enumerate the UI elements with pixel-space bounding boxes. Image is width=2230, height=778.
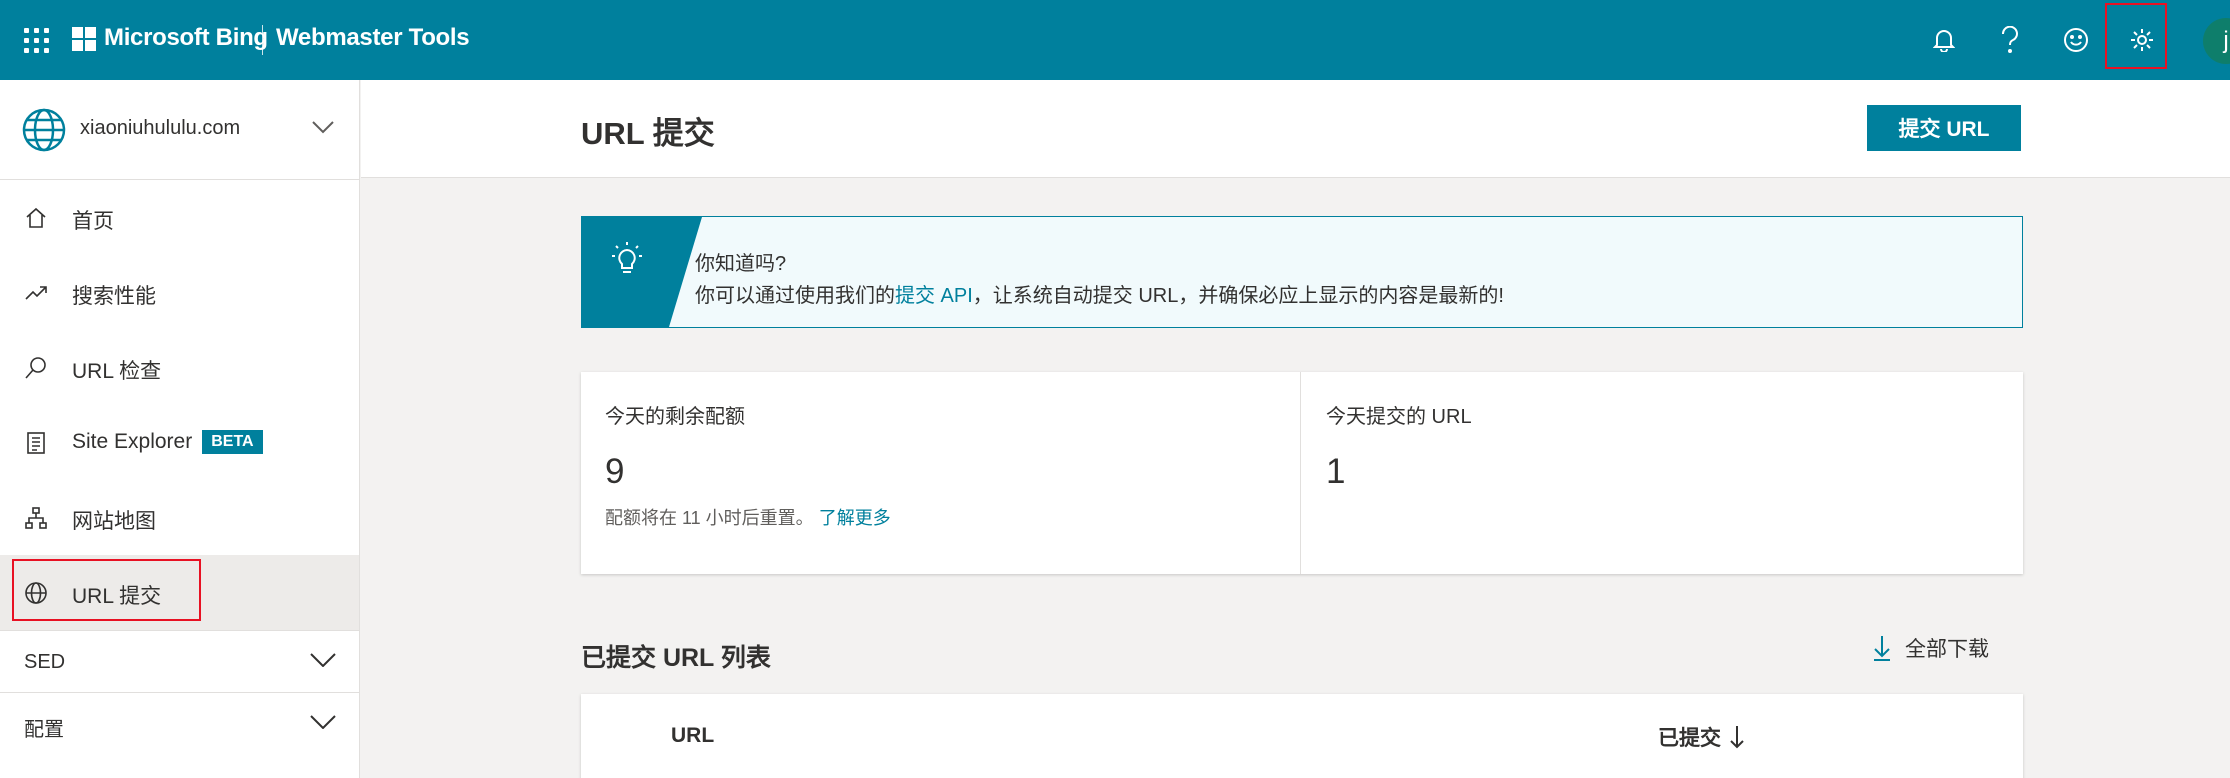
sidebar-section-sed[interactable]: SED xyxy=(0,630,359,692)
settings-highlight-box xyxy=(2105,3,2167,69)
section-label: SED xyxy=(24,651,66,673)
download-all-button[interactable]: 全部下载 xyxy=(1873,628,1989,668)
site-name: xiaoniuhululu.com xyxy=(80,117,241,139)
sidebar: xiaoniuhululu.com 首页 搜索性能 URL 检查 Site Ex… xyxy=(0,80,360,778)
stat-value: 1 xyxy=(1326,452,1346,491)
trend-icon xyxy=(25,286,47,300)
document-list-icon xyxy=(27,432,45,454)
download-all-label: 全部下载 xyxy=(1905,638,1989,661)
stat-label: 今天的剩余配额 xyxy=(605,406,745,428)
sidebar-section-config[interactable]: 配置 xyxy=(0,692,359,754)
sidebar-item-label: URL 检查 xyxy=(72,360,162,383)
chevron-down-icon xyxy=(310,653,336,667)
sidebar-item-sitemaps[interactable]: 网站地图 xyxy=(0,480,359,555)
sidebar-item-search-performance[interactable]: 搜索性能 xyxy=(0,255,359,330)
help-question-icon[interactable] xyxy=(1990,20,2030,60)
submitted-today-stat: 今天提交的 URL 1 xyxy=(1302,372,2023,574)
tip-title: 你知道吗? xyxy=(695,253,787,275)
remaining-quota-stat: 今天的剩余配额 9 配额将在 11 小时后重置。 了解更多 xyxy=(581,372,1301,574)
brand-name[interactable]: Microsoft Bing xyxy=(104,24,268,52)
sidebar-item-home[interactable]: 首页 xyxy=(0,180,359,255)
sidebar-item-url-inspection[interactable]: URL 检查 xyxy=(0,330,359,405)
sidebar-item-label: 搜索性能 xyxy=(72,285,156,308)
site-selector[interactable]: xiaoniuhululu.com xyxy=(0,80,359,180)
column-header-submitted[interactable]: 已提交 xyxy=(1658,722,1745,752)
active-item-highlight-box xyxy=(12,559,201,621)
submitted-list-title: 已提交 URL 列表 xyxy=(581,644,771,672)
search-icon xyxy=(25,357,46,379)
brand-separator xyxy=(262,25,263,55)
chevron-down-icon[interactable] xyxy=(312,120,334,134)
chevron-down-icon xyxy=(310,715,336,729)
microsoft-logo-icon xyxy=(72,27,96,51)
notifications-bell-icon[interactable] xyxy=(1924,20,1964,60)
sidebar-item-url-submission[interactable]: URL 提交 xyxy=(0,555,359,630)
section-label: 配置 xyxy=(24,719,64,741)
tip-body: 你可以通过使用我们的提交 API，让系统自动提交 URL，并确保必应上显示的内容… xyxy=(695,285,1504,307)
sitemap-icon xyxy=(25,507,47,529)
user-avatar[interactable]: j xyxy=(2203,18,2230,64)
column-header-url[interactable]: URL xyxy=(671,724,714,748)
stat-value: 9 xyxy=(605,452,625,491)
sidebar-item-label: 网站地图 xyxy=(72,510,156,533)
submission-api-link[interactable]: 提交 API xyxy=(895,285,973,307)
site-globe-icon xyxy=(22,108,66,152)
feedback-smiley-icon[interactable] xyxy=(2056,20,2096,60)
home-icon xyxy=(26,207,46,228)
sidebar-item-label: Site Explorer BETA xyxy=(72,430,263,454)
lightbulb-icon xyxy=(612,242,642,273)
learn-more-link[interactable]: 了解更多 xyxy=(819,508,891,528)
submit-url-button[interactable]: 提交 URL xyxy=(1867,105,2021,151)
download-icon xyxy=(1874,636,1890,661)
stat-label: 今天提交的 URL xyxy=(1326,406,1472,428)
app-launcher-icon[interactable] xyxy=(24,28,50,54)
tip-banner: 你知道吗? 你可以通过使用我们的提交 API，让系统自动提交 URL，并确保必应… xyxy=(581,216,2023,328)
sidebar-item-site-explorer[interactable]: Site Explorer BETA xyxy=(0,405,359,480)
sidebar-item-label: 首页 xyxy=(72,210,114,233)
stats-card: 今天的剩余配额 9 配额将在 11 小时后重置。 了解更多 今天提交的 URL … xyxy=(581,372,2023,574)
stat-note: 配额将在 11 小时后重置。 了解更多 xyxy=(605,508,891,528)
product-name[interactable]: Webmaster Tools xyxy=(276,24,470,52)
sort-down-arrow-icon xyxy=(1730,726,1744,749)
submitted-url-table: URL 已提交 xyxy=(581,694,2023,778)
top-bar: Microsoft Bing Webmaster Tools j xyxy=(0,0,2230,80)
page-title: URL 提交 xyxy=(581,116,715,151)
page-header: URL 提交 提交 URL xyxy=(361,80,2230,178)
beta-badge: BETA xyxy=(202,430,263,454)
